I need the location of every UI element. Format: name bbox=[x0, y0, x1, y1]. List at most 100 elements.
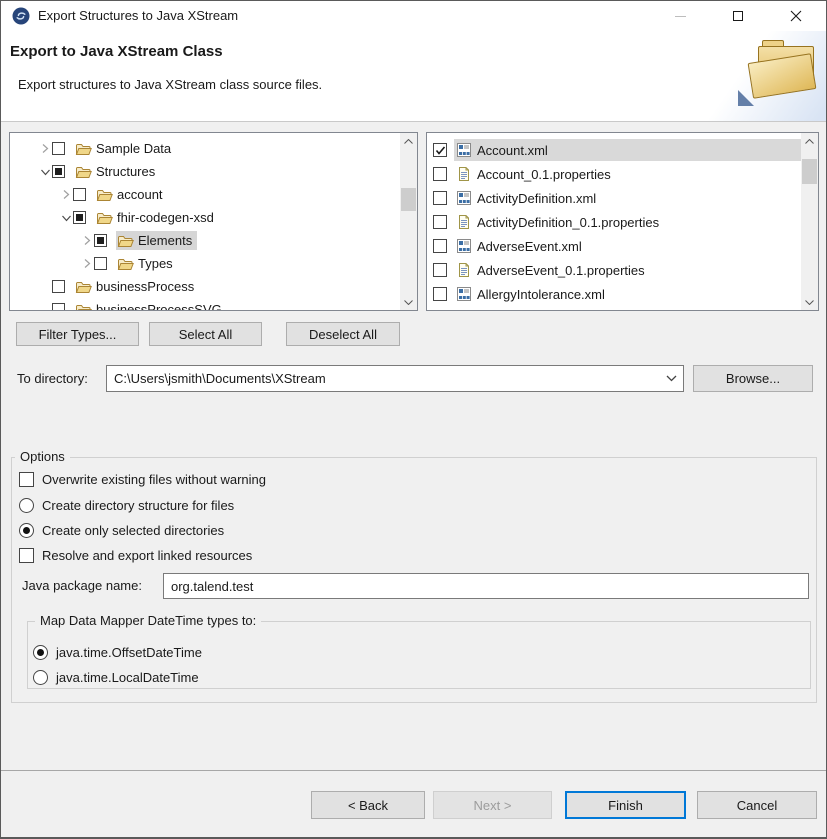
tree-item-main[interactable]: Sample Data bbox=[74, 139, 176, 158]
local-datetime-option[interactable]: java.time.LocalDateTime bbox=[33, 667, 199, 687]
app-icon bbox=[12, 7, 30, 25]
tree-item[interactable]: businessProcess bbox=[10, 275, 400, 298]
scroll-up-button[interactable] bbox=[801, 133, 818, 149]
tree-item-main[interactable]: Structures bbox=[74, 162, 160, 181]
overwrite-checkbox[interactable] bbox=[19, 472, 34, 487]
back-button[interactable]: < Back bbox=[311, 791, 425, 819]
file-item-checkbox[interactable] bbox=[433, 191, 447, 205]
file-item[interactable]: ActivityDefinition.xml bbox=[427, 186, 801, 210]
tree-item[interactable]: Elements bbox=[10, 229, 400, 252]
file-item-main[interactable]: Account_0.1.properties bbox=[454, 163, 801, 185]
vertical-scrollbar[interactable] bbox=[400, 133, 417, 310]
file-item-main[interactable]: Account.xml bbox=[454, 139, 801, 161]
tree-item-checkbox[interactable] bbox=[52, 280, 65, 293]
resolve-linked-option[interactable]: Resolve and export linked resources bbox=[19, 545, 252, 565]
tree-item-checkbox[interactable] bbox=[73, 188, 86, 201]
tree-item-checkbox[interactable] bbox=[52, 142, 65, 155]
tree-item[interactable]: fhir-codegen-xsd bbox=[10, 206, 400, 229]
file-item-checkbox[interactable] bbox=[433, 239, 447, 253]
scrollbar-thumb[interactable] bbox=[802, 159, 817, 184]
chevron-right-icon bbox=[82, 258, 92, 269]
filter-types-button[interactable]: Filter Types... bbox=[16, 322, 139, 346]
overwrite-option[interactable]: Overwrite existing files without warning bbox=[19, 469, 266, 489]
directory-value[interactable]: C:\Users\jsmith\Documents\XStream bbox=[107, 371, 659, 386]
tree-item[interactable]: businessProcessSVG bbox=[10, 298, 400, 310]
next-button[interactable]: Next > bbox=[433, 791, 552, 819]
tree-item[interactable]: account bbox=[10, 183, 400, 206]
tree-item-main[interactable]: businessProcessSVG bbox=[74, 300, 227, 310]
resolve-linked-checkbox[interactable] bbox=[19, 548, 34, 563]
file-item[interactable]: AllergyIntolerance.xml bbox=[427, 282, 801, 306]
file-item-main[interactable]: AllergyIntolerance.xml bbox=[454, 283, 801, 305]
maximize-button[interactable] bbox=[715, 1, 761, 31]
create-selected-directories-label: Create only selected directories bbox=[42, 523, 224, 538]
tree-item-label: Structures bbox=[96, 164, 155, 179]
directory-combobox[interactable]: C:\Users\jsmith\Documents\XStream bbox=[106, 365, 684, 392]
file-item-main[interactable]: AdverseEvent.xml bbox=[454, 235, 801, 257]
tree-item-main[interactable]: account bbox=[95, 185, 168, 204]
file-item-checkbox[interactable] bbox=[433, 143, 447, 157]
scroll-up-button[interactable] bbox=[400, 133, 417, 149]
offset-datetime-radio[interactable] bbox=[33, 645, 48, 660]
close-button[interactable] bbox=[773, 1, 819, 31]
tree-expander[interactable] bbox=[80, 258, 94, 269]
tree-item[interactable]: Structures bbox=[10, 160, 400, 183]
local-datetime-radio[interactable] bbox=[33, 670, 48, 685]
tree-item-main[interactable]: Types bbox=[116, 254, 178, 273]
create-directory-structure-radio[interactable] bbox=[19, 498, 34, 513]
file-item-label: AdverseEvent.xml bbox=[477, 239, 582, 254]
select-all-button[interactable]: Select All bbox=[149, 322, 262, 346]
file-item-label: ActivityDefinition.xml bbox=[477, 191, 596, 206]
folder-icon bbox=[96, 187, 113, 203]
file-item-checkbox[interactable] bbox=[433, 287, 447, 301]
page-title: Export to Java XStream Class bbox=[10, 43, 223, 60]
file-item[interactable]: ActivityDefinition_0.1.properties bbox=[427, 210, 801, 234]
tree-expander[interactable] bbox=[38, 143, 52, 154]
export-dialog-window: Export Structures to Java XStream Export… bbox=[0, 0, 827, 839]
create-selected-directories-option[interactable]: Create only selected directories bbox=[19, 520, 224, 540]
tree-item-main[interactable]: Elements bbox=[116, 231, 197, 250]
tree-item-main[interactable]: fhir-codegen-xsd bbox=[95, 208, 219, 227]
tree-item-checkbox[interactable] bbox=[52, 303, 65, 310]
deselect-all-button[interactable]: Deselect All bbox=[286, 322, 400, 346]
file-item-main[interactable]: AdverseEvent_0.1.properties bbox=[454, 259, 801, 281]
file-item[interactable]: AdverseEvent_0.1.properties bbox=[427, 258, 801, 282]
cancel-button[interactable]: Cancel bbox=[697, 791, 817, 819]
tree-item-checkbox[interactable] bbox=[94, 234, 107, 247]
to-directory-label: To directory: bbox=[17, 365, 88, 392]
overwrite-label: Overwrite existing files without warning bbox=[42, 472, 266, 487]
tree-expander[interactable] bbox=[80, 235, 94, 246]
offset-datetime-option[interactable]: java.time.OffsetDateTime bbox=[33, 642, 202, 662]
file-item-checkbox[interactable] bbox=[433, 167, 447, 181]
tree-item-checkbox[interactable] bbox=[52, 165, 65, 178]
file-item[interactable]: Account.xml bbox=[427, 138, 801, 162]
file-item-main[interactable]: ActivityDefinition.xml bbox=[454, 187, 801, 209]
chevron-down-icon bbox=[40, 167, 51, 177]
minimize-button[interactable] bbox=[657, 1, 703, 31]
file-item-label: Account_0.1.properties bbox=[477, 167, 611, 182]
scroll-down-button[interactable] bbox=[400, 294, 417, 310]
file-item-checkbox[interactable] bbox=[433, 215, 447, 229]
create-directory-structure-option[interactable]: Create directory structure for files bbox=[19, 495, 234, 515]
tree-expander[interactable] bbox=[59, 189, 73, 200]
file-item[interactable]: AdverseEvent.xml bbox=[427, 234, 801, 258]
tree-item[interactable]: Types bbox=[10, 252, 400, 275]
scrollbar-thumb[interactable] bbox=[401, 188, 416, 211]
tree-item-checkbox[interactable] bbox=[73, 211, 86, 224]
file-item-checkbox[interactable] bbox=[433, 263, 447, 277]
finish-button[interactable]: Finish bbox=[565, 791, 686, 819]
tree-item-checkbox[interactable] bbox=[94, 257, 107, 270]
browse-button[interactable]: Browse... bbox=[693, 365, 813, 392]
tree-expander[interactable] bbox=[59, 213, 73, 223]
scroll-down-button[interactable] bbox=[801, 294, 818, 310]
create-selected-directories-radio[interactable] bbox=[19, 523, 34, 538]
java-package-input[interactable] bbox=[163, 573, 809, 599]
tree-item-main[interactable]: businessProcess bbox=[74, 277, 199, 296]
vertical-scrollbar[interactable] bbox=[801, 133, 818, 310]
tree-expander[interactable] bbox=[38, 167, 52, 177]
tree-item[interactable]: Sample Data bbox=[10, 137, 400, 160]
file-item[interactable]: Account_0.1.properties bbox=[427, 162, 801, 186]
file-item-main[interactable]: ActivityDefinition_0.1.properties bbox=[454, 211, 801, 233]
folder-icon bbox=[75, 302, 92, 311]
chevron-down-icon[interactable] bbox=[659, 375, 683, 382]
